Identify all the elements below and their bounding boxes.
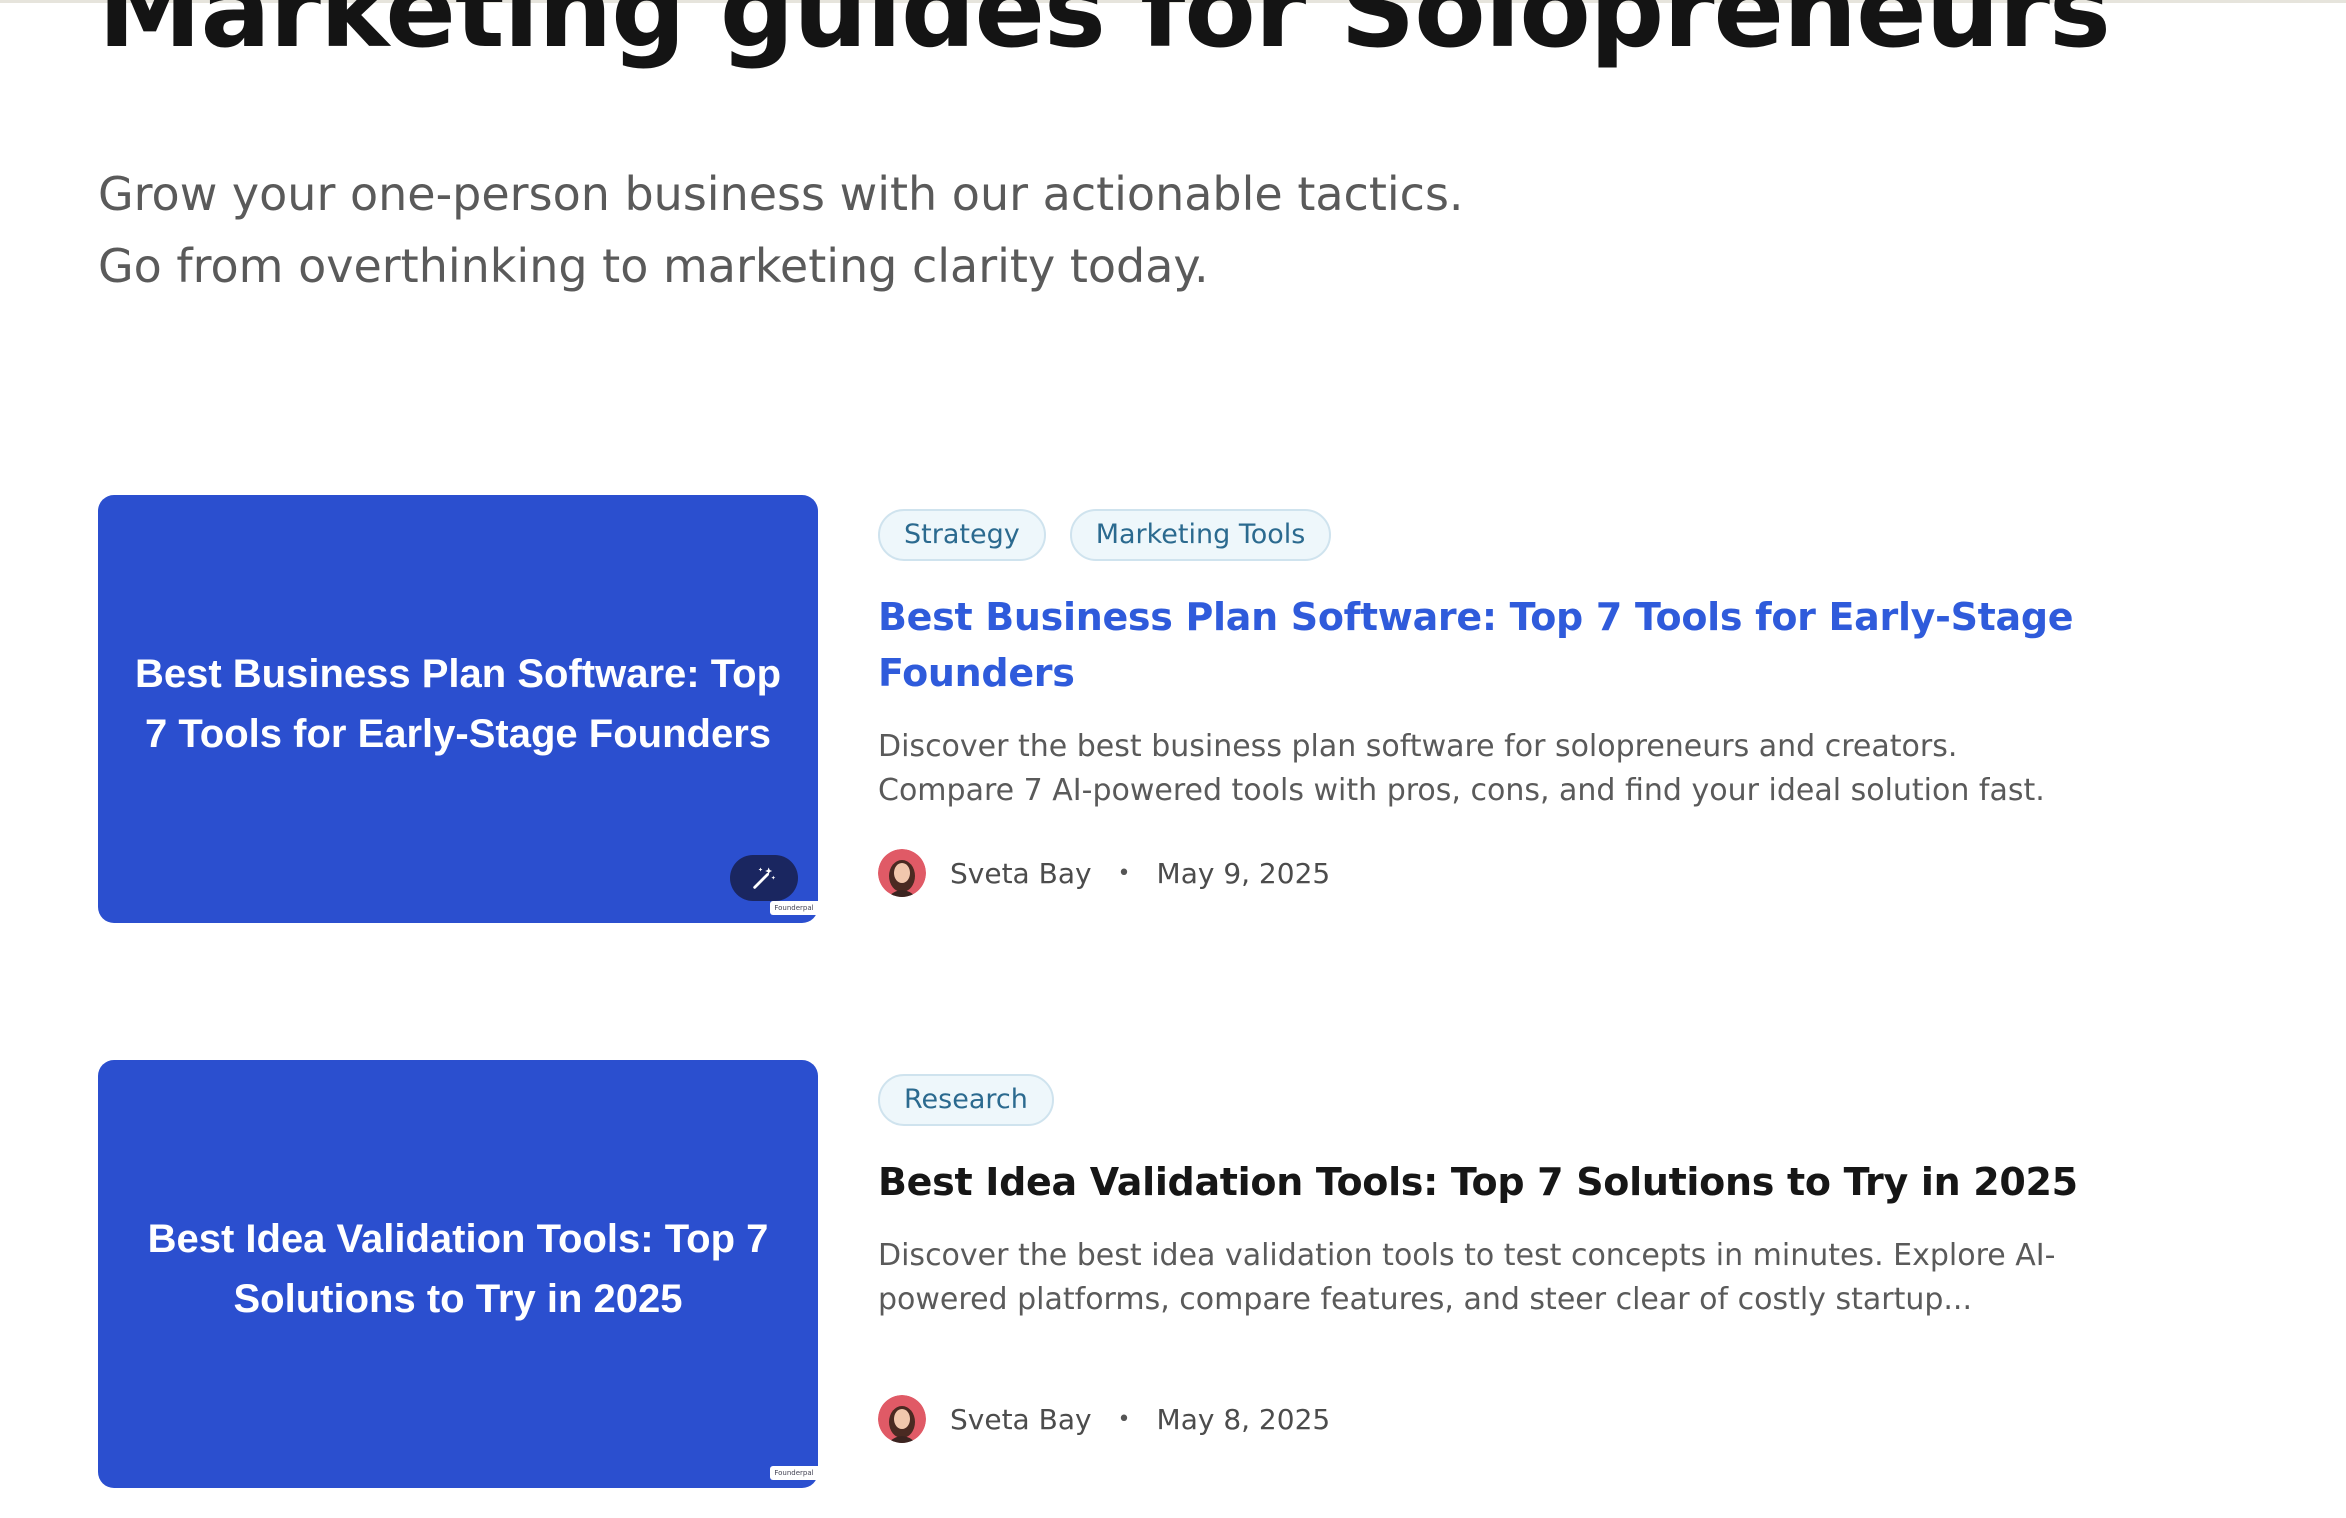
author-avatar — [878, 1395, 926, 1443]
author-avatar — [878, 849, 926, 897]
subtitle-line-1: Grow your one-person business with our a… — [98, 167, 1464, 221]
post-info: Research Best Idea Validation Tools: Top… — [878, 1074, 2178, 1322]
tag-research[interactable]: Research — [878, 1074, 1054, 1126]
post-info: Strategy Marketing Tools Best Business P… — [878, 509, 2178, 813]
meta-separator: • — [1117, 1406, 1131, 1432]
magic-wand-button[interactable] — [730, 855, 798, 901]
post-title-link[interactable]: Best Business Plan Software: Top 7 Tools… — [878, 589, 2178, 701]
brand-badge: Founderpal — [770, 1466, 818, 1480]
post-thumbnail[interactable]: Best Idea Validation Tools: Top 7 Soluti… — [98, 1060, 818, 1488]
thumbnail-title: Best Business Plan Software: Top 7 Tools… — [134, 652, 782, 756]
magic-wand-icon — [753, 867, 776, 889]
tag-list: Research — [878, 1074, 2178, 1130]
tag-strategy[interactable]: Strategy — [878, 509, 1046, 561]
thumbnail-title: Best Idea Validation Tools: Top 7 Soluti… — [147, 1217, 769, 1321]
author-name[interactable]: Sveta Bay — [950, 857, 1092, 890]
post-meta: Sveta Bay • May 8, 2025 — [878, 1394, 1330, 1444]
brand-badge: Founderpal — [770, 901, 818, 915]
post-excerpt: Discover the best business plan software… — [878, 729, 2045, 808]
post-card: Best Business Plan Software: Top 7 Tools… — [98, 495, 2198, 925]
post-thumbnail[interactable]: Best Business Plan Software: Top 7 Tools… — [98, 495, 818, 923]
meta-separator: • — [1117, 860, 1131, 886]
post-title-link[interactable]: Best Idea Validation Tools: Top 7 Soluti… — [878, 1154, 2178, 1210]
tag-marketing-tools[interactable]: Marketing Tools — [1069, 509, 1332, 561]
page-title: Marketing guides for Solopreneurs — [98, 0, 2111, 71]
post-card: Best Idea Validation Tools: Top 7 Soluti… — [98, 1060, 2198, 1490]
tag-list: Strategy Marketing Tools — [878, 509, 2178, 565]
subtitle-line-2: Go from overthinking to marketing clarit… — [98, 239, 1209, 293]
post-date: May 8, 2025 — [1156, 1402, 1331, 1436]
post-date: May 9, 2025 — [1156, 856, 1331, 890]
post-meta: Sveta Bay • May 9, 2025 — [878, 848, 1330, 898]
post-excerpt: Discover the best idea validation tools … — [878, 1238, 2056, 1317]
page-subtitle: Grow your one-person business with our a… — [98, 158, 1464, 302]
author-name[interactable]: Sveta Bay — [950, 1403, 1092, 1436]
